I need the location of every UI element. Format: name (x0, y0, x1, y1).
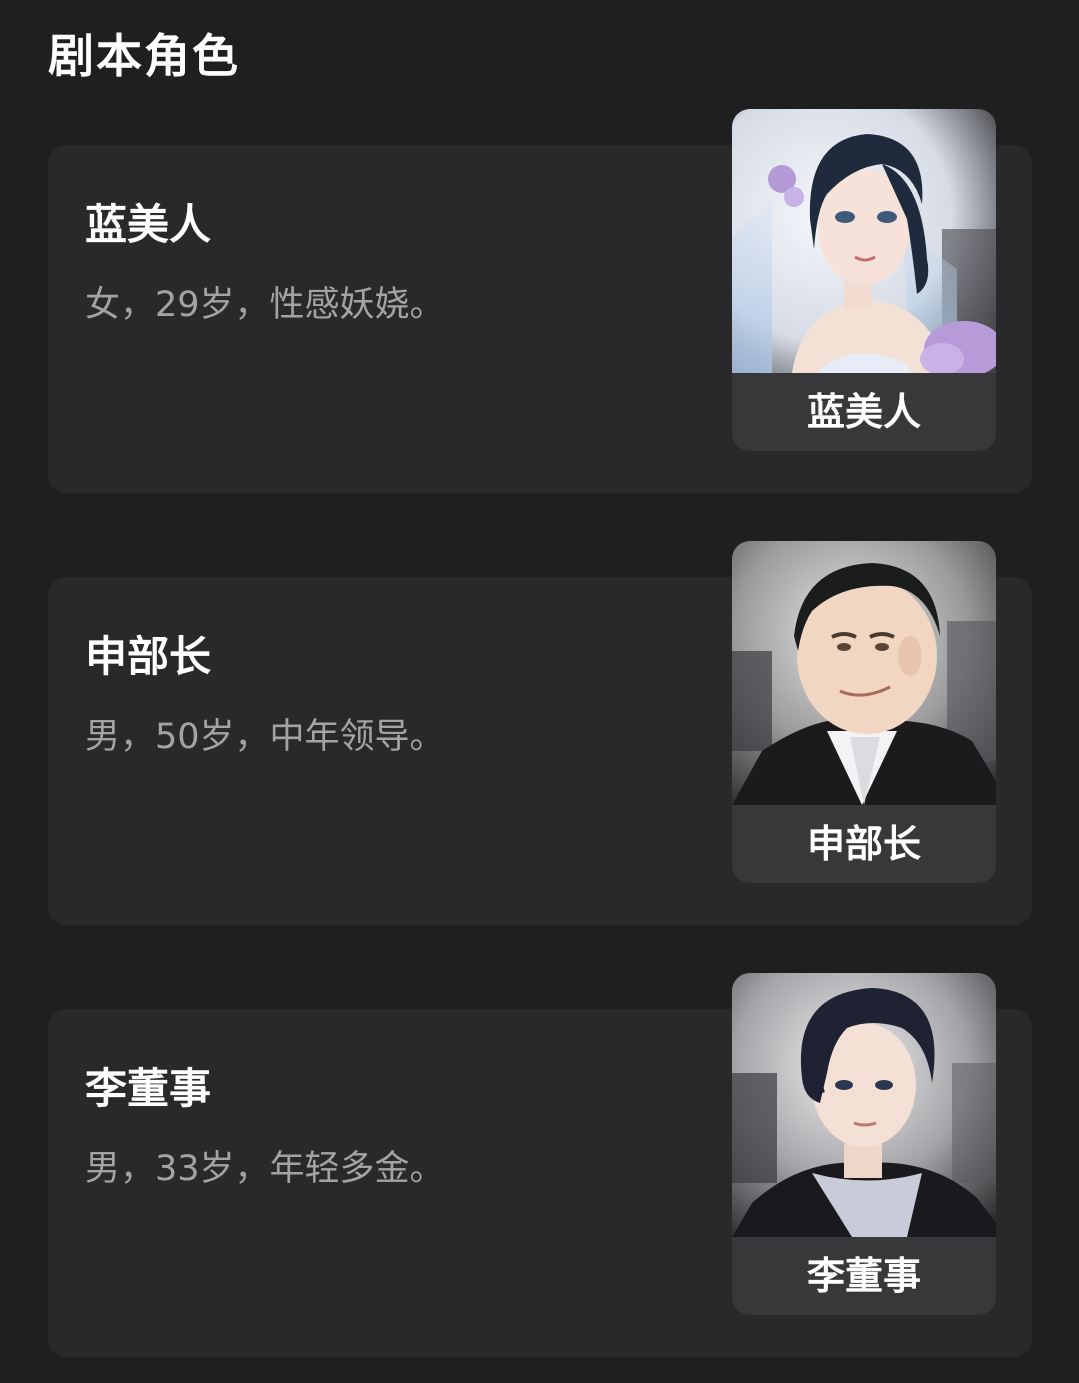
role-avatar-caption: 李董事 (806, 1254, 921, 1298)
role-name: 李董事 (85, 1064, 212, 1113)
young-man-portrait-icon (732, 973, 996, 1237)
role-description: 男，33岁，年轻多金。 (85, 1149, 445, 1189)
role-list-page: 剧本角色 蓝美人 女，29岁，性感妖娆。 蓝美人 申部长 男，50岁，中年领导。… (0, 0, 1079, 1383)
role-description: 男，50岁，中年领导。 (85, 717, 445, 757)
role-avatar-caption: 申部长 (806, 822, 921, 866)
role-name: 蓝美人 (85, 200, 212, 249)
role-name: 申部长 (85, 632, 212, 681)
role-avatar-caption: 蓝美人 (806, 390, 921, 434)
section-title: 剧本角色 (48, 29, 240, 83)
role-avatar-card[interactable]: 蓝美人 (732, 109, 996, 451)
bride-portrait-icon (732, 109, 996, 373)
older-man-portrait-icon (732, 541, 996, 805)
role-avatar-card[interactable]: 申部长 (732, 541, 996, 883)
role-avatar-card[interactable]: 李董事 (732, 973, 996, 1315)
role-description: 女，29岁，性感妖娆。 (85, 285, 445, 325)
